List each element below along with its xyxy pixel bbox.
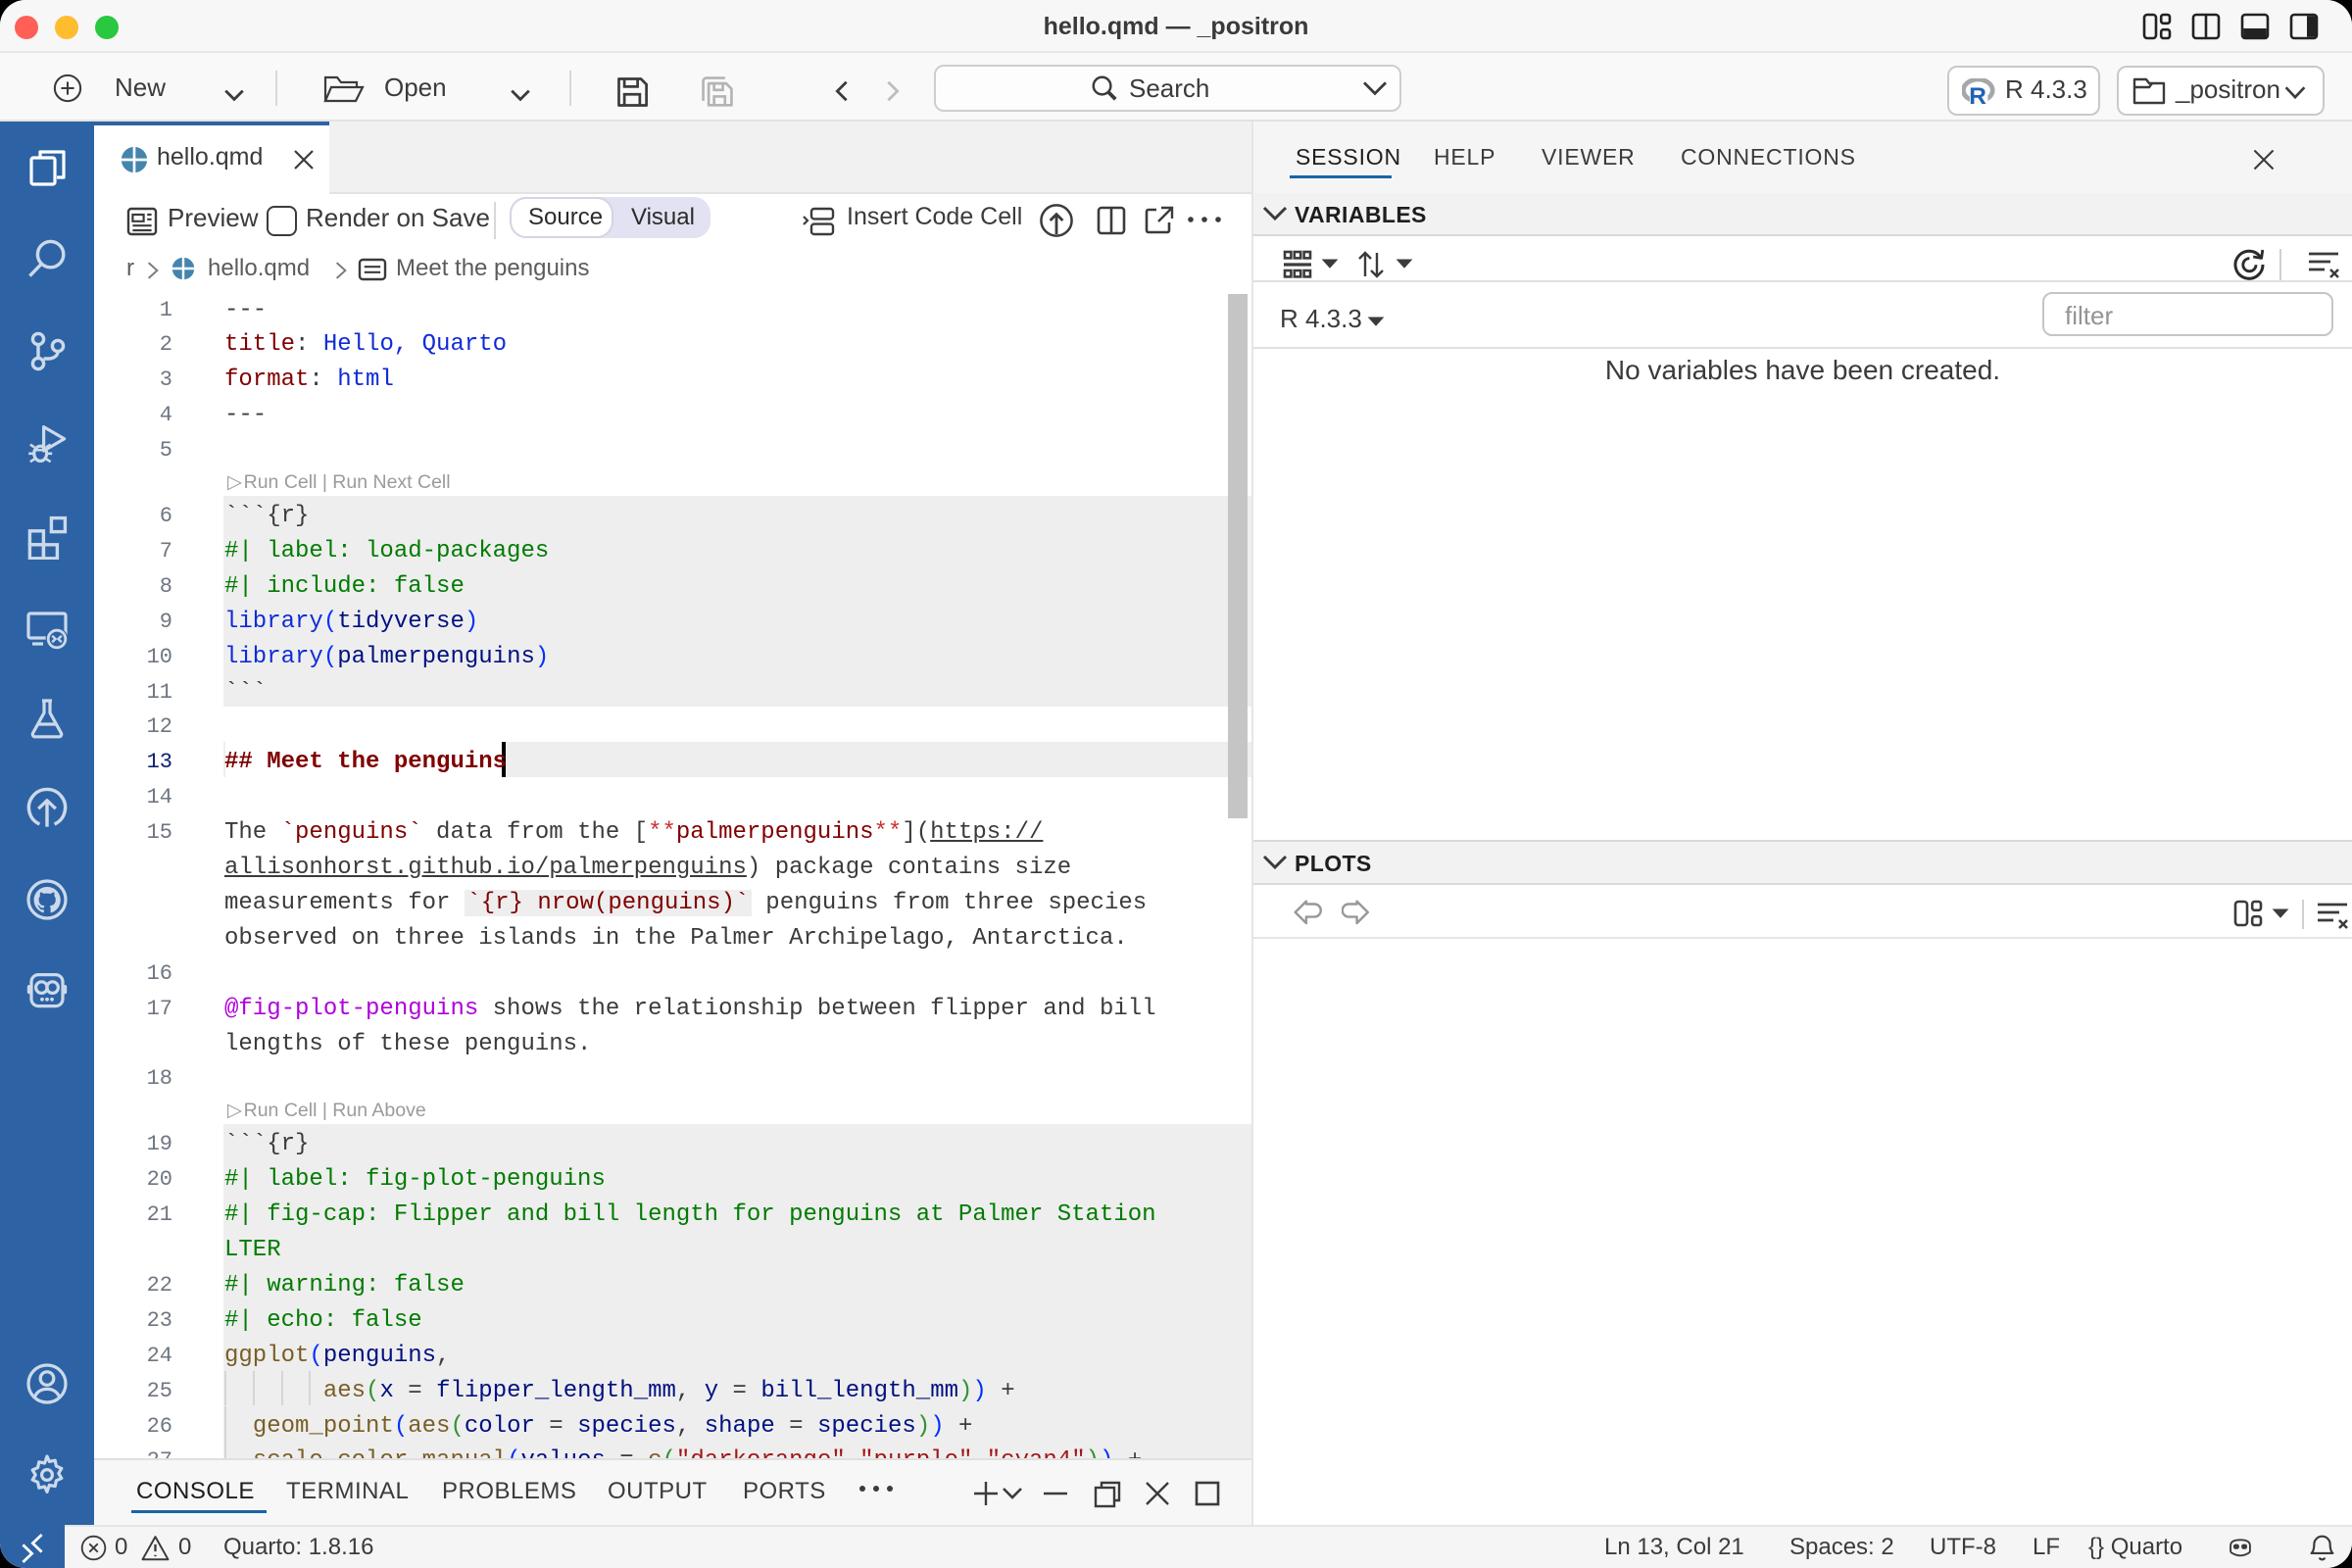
svg-text:R: R <box>1969 83 1986 105</box>
